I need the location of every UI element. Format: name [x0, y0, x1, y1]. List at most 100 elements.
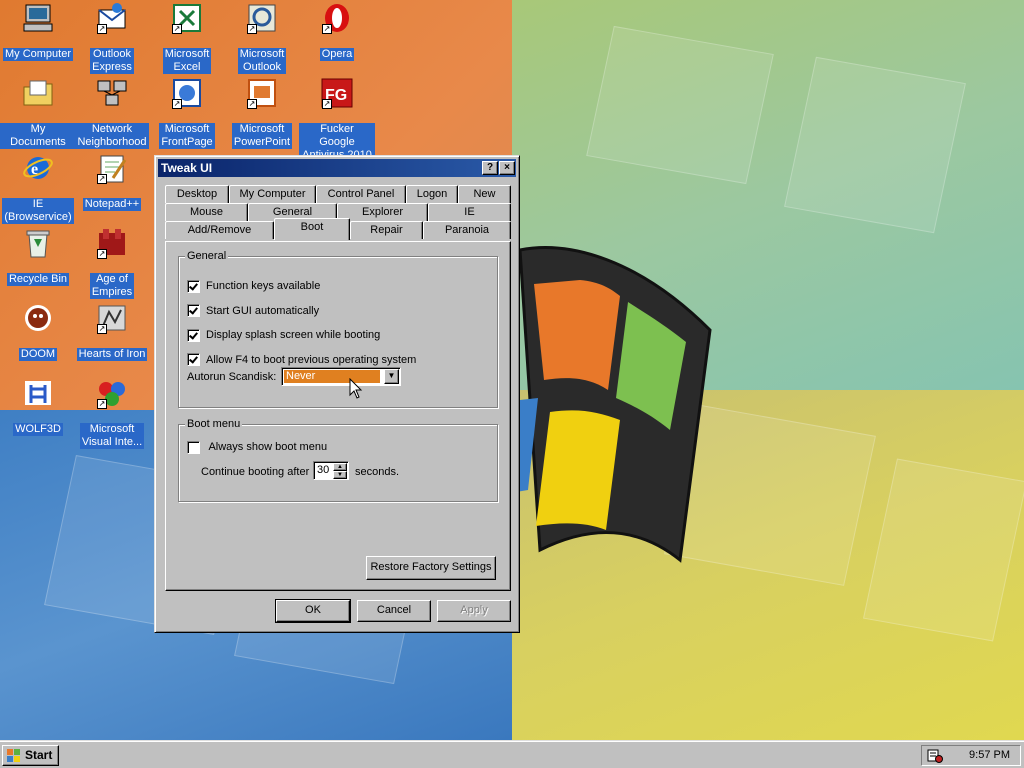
- desktop-icon[interactable]: e IE (Browservice): [0, 150, 76, 224]
- shortcut-arrow-icon: ↗: [322, 24, 332, 34]
- ok-button[interactable]: OK: [275, 599, 351, 623]
- desktop-icon[interactable]: ↗ Notepad++: [74, 150, 150, 220]
- cancel-label: Cancel: [376, 604, 412, 616]
- general-option-checkbox[interactable]: [187, 304, 200, 318]
- tab-logon[interactable]: Logon: [406, 185, 458, 203]
- general-option-row[interactable]: Allow F4 to boot previous operating syst…: [187, 352, 416, 368]
- desktop-icon-label: WOLF3D: [13, 423, 63, 436]
- autorun-scandisk-selected: Never: [283, 369, 381, 384]
- autorun-scandisk-row: Autorun Scandisk:: [187, 369, 276, 385]
- start-button[interactable]: Start: [2, 745, 59, 766]
- wallpaper-ghost-pane: [784, 56, 966, 234]
- desktop-icon[interactable]: WOLF3D: [0, 375, 76, 445]
- seconds-label: seconds.: [355, 466, 400, 478]
- tab-new[interactable]: New: [458, 185, 511, 203]
- title-bar[interactable]: Tweak UI ? ×: [158, 159, 516, 177]
- scheduler-tray-icon[interactable]: [927, 748, 943, 763]
- chevron-down-icon: ▼: [337, 472, 343, 478]
- always-show-boot-menu-row[interactable]: Always show boot menu: [187, 439, 327, 455]
- restore-factory-settings-label: Restore Factory Settings: [370, 561, 492, 573]
- autorun-scandisk-dropdown[interactable]: Never ▼: [281, 367, 401, 386]
- continue-booting-value[interactable]: 30: [317, 464, 329, 477]
- general-option-checkbox[interactable]: [187, 279, 200, 293]
- tab-my-computer[interactable]: My Computer: [229, 185, 316, 203]
- desktop-icon[interactable]: ↗ Hearts of Iron: [74, 300, 150, 370]
- ok-label: OK: [305, 604, 321, 616]
- desktop-icon[interactable]: DOOM: [0, 300, 76, 370]
- tab-repair[interactable]: Repair: [350, 221, 423, 239]
- visual-interdev-icon: ↗: [95, 377, 129, 409]
- desktop-icon[interactable]: My Computer: [0, 0, 76, 70]
- general-groupbox: General Function keys available Start GUI…: [178, 249, 498, 408]
- desktop-icon[interactable]: ↗ Age of Empires: [74, 225, 150, 299]
- restore-factory-settings-button[interactable]: Restore Factory Settings: [366, 556, 496, 580]
- tab-desktop[interactable]: Desktop: [165, 185, 229, 203]
- my-computer-icon: [21, 2, 55, 34]
- general-option-row[interactable]: Function keys available: [187, 278, 320, 294]
- recycle-bin-icon: [21, 227, 55, 259]
- shortcut-arrow-icon: ↗: [97, 174, 107, 184]
- shortcut-arrow-icon: ↗: [97, 324, 107, 334]
- apply-button[interactable]: Apply: [437, 600, 511, 622]
- tab-explorer[interactable]: Explorer: [337, 203, 428, 221]
- always-show-boot-menu-checkbox[interactable]: [187, 440, 200, 454]
- dropdown-arrow-button[interactable]: ▼: [384, 369, 399, 384]
- tab-boot[interactable]: Boot: [274, 218, 350, 240]
- shortcut-arrow-icon: ↗: [97, 249, 107, 259]
- general-option-row[interactable]: Start GUI automatically: [187, 303, 319, 319]
- hearts-of-iron-icon: ↗: [95, 302, 129, 334]
- internet-explorer-icon: e: [21, 152, 55, 184]
- desktop-icon[interactable]: FG↗Fucker Google Antivirus 2010: [299, 75, 375, 162]
- continue-booting-row: Continue booting after: [201, 464, 309, 480]
- start-label: Start: [25, 748, 53, 762]
- general-group-title: General: [185, 249, 229, 263]
- tab-paranoia[interactable]: Paranoia: [423, 221, 511, 239]
- excel-icon: ↗: [170, 2, 204, 34]
- general-option-checkbox[interactable]: [187, 328, 200, 342]
- my-documents-icon: [21, 77, 55, 109]
- tab-mouse[interactable]: Mouse: [165, 203, 248, 221]
- desktop-icon-label: Microsoft Visual Inte...: [79, 423, 145, 449]
- always-show-boot-menu-label: Always show boot menu: [208, 441, 328, 453]
- desktop-icon-label: Microsoft Outlook: [237, 48, 287, 74]
- shortcut-arrow-icon: ↗: [97, 24, 107, 34]
- cancel-button[interactable]: Cancel: [357, 600, 431, 622]
- wallpaper-ghost-pane: [586, 25, 774, 185]
- close-button[interactable]: ×: [499, 161, 515, 175]
- desktop-icon[interactable]: ↗ Microsoft Outlook: [224, 0, 300, 74]
- powerpoint-icon: ↗: [245, 77, 279, 109]
- tab-ie[interactable]: IE: [428, 203, 511, 221]
- antivirus-icon: FG ↗: [320, 77, 354, 109]
- desktop-icon[interactable]: Network Neighborhood: [74, 75, 150, 149]
- desktop-icon[interactable]: ↗ Microsoft PowerPoint: [224, 75, 300, 149]
- desktop-icon-label: Recycle Bin: [6, 273, 70, 286]
- frontpage-icon: ↗: [170, 77, 204, 109]
- boot-menu-group-title: Boot menu: [185, 417, 243, 431]
- system-tray: 9:57 PM: [921, 745, 1021, 766]
- general-option-row[interactable]: Display splash screen while booting: [187, 327, 380, 343]
- desktop-icon-label: My Documents: [0, 123, 76, 149]
- spinner-up-button[interactable]: ▲: [333, 463, 347, 471]
- continue-booting-label: Continue booting after: [201, 466, 310, 478]
- desktop-icon[interactable]: ↗ Microsoft Visual Inte...: [74, 375, 150, 449]
- clock[interactable]: 9:57 PM: [969, 749, 1010, 761]
- window-title: Tweak UI: [161, 161, 213, 175]
- spinner-down-button[interactable]: ▼: [333, 471, 347, 479]
- chevron-down-icon: ▼: [387, 371, 396, 380]
- help-button[interactable]: ?: [482, 161, 498, 175]
- continue-booting-spinner[interactable]: 30 ▲ ▼: [313, 461, 349, 480]
- desktop-icon[interactable]: ↗ Opera: [299, 0, 375, 70]
- tab-add-remove[interactable]: Add/Remove: [165, 221, 274, 239]
- general-option-label: Function keys available: [206, 280, 321, 292]
- general-option-checkbox[interactable]: [187, 353, 200, 367]
- svg-text:e: e: [31, 161, 38, 178]
- desktop-icon[interactable]: ↗ Outlook Express: [74, 0, 150, 74]
- desktop-icon[interactable]: My Documents: [0, 75, 76, 149]
- desktop-icon[interactable]: ↗ Microsoft FrontPage: [149, 75, 225, 149]
- notepad-plus-plus-icon: ↗: [95, 152, 129, 184]
- desktop-icon[interactable]: Recycle Bin: [0, 225, 76, 295]
- general-option-label: Display splash screen while booting: [206, 329, 381, 341]
- wolf3d-icon: [21, 377, 55, 409]
- tab-control-panel[interactable]: Control Panel: [316, 185, 406, 203]
- desktop-icon[interactable]: ↗ Microsoft Excel: [149, 0, 225, 74]
